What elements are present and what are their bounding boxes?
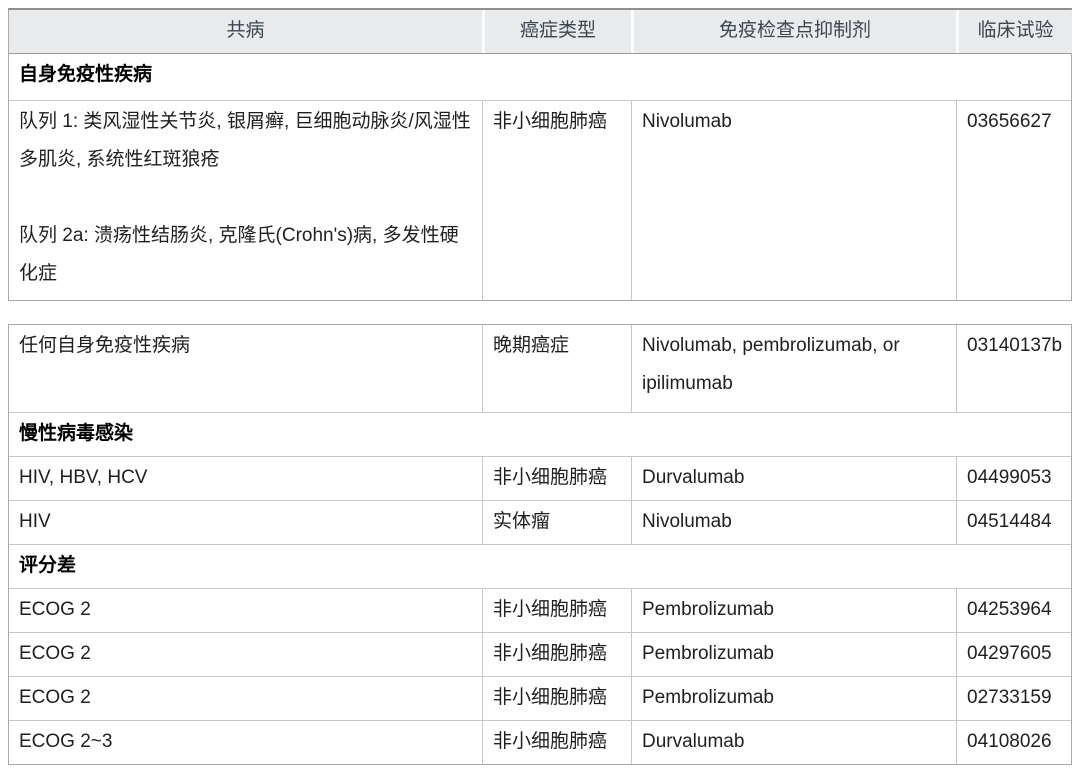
cancer-type-cell: 非小细胞肺癌 [482, 589, 631, 632]
comorbidity-cell: ECOG 2 [9, 633, 482, 676]
comorbidity-trials-table-page: 共病 癌症类型 免疫检查点抑制剂 临床试验 自身免疫性疾病队列 1: 类风湿性关… [0, 0, 1080, 773]
comorbidity-cell: 任何自身免疫性疾病 [9, 325, 482, 412]
comorbidity-line: ECOG 2 [19, 591, 472, 629]
trial-id-cell: 02733159 [956, 677, 1072, 720]
table-row: 任何自身免疫性疾病晚期癌症Nivolumab, pembrolizumab, o… [9, 325, 1071, 412]
table-row: 队列 1: 类风湿性关节炎, 银屑癣, 巨细胞动脉炎/风湿性多肌炎, 系统性红斑… [9, 100, 1071, 300]
cancer-type-cell: 晚期癌症 [482, 325, 631, 412]
section-row: 自身免疫性疾病 [9, 54, 1071, 100]
table-header-row: 共病 癌症类型 免疫检查点抑制剂 临床试验 [9, 10, 1071, 54]
trial-id-cell: 04108026 [956, 721, 1072, 764]
comorbidity-line: HIV, HBV, HCV [19, 459, 472, 497]
inhibitor-cell: Pembrolizumab [631, 633, 956, 676]
section-label: 自身免疫性疾病 [9, 54, 1073, 100]
comorbidity-cell: HIV [9, 501, 482, 544]
cancer-type-cell: 非小细胞肺癌 [482, 457, 631, 500]
cancer-type-cell: 实体瘤 [482, 501, 631, 544]
table-row: HIV, HBV, HCV 非小细胞肺癌Durvalumab04499053 [9, 456, 1071, 500]
section-label: 慢性病毒感染 [9, 413, 1073, 456]
header-immune-checkpoint-inhibitor: 免疫检查点抑制剂 [631, 10, 956, 53]
section-row: 评分差 [9, 544, 1071, 588]
comorbidity-line: 队列 1: 类风湿性关节炎, 银屑癣, 巨细胞动脉炎/风湿性多肌炎, 系统性红斑… [19, 103, 472, 179]
inhibitor-cell: Durvalumab [631, 457, 956, 500]
comorbidity-cell: ECOG 2 [9, 589, 482, 632]
table-row: ECOG 2 非小细胞肺癌Pembrolizumab04297605 [9, 632, 1071, 676]
cancer-type-cell: 非小细胞肺癌 [482, 101, 631, 300]
inhibitor-cell: Nivolumab [631, 501, 956, 544]
comorbidity-line [19, 179, 472, 217]
cancer-type-cell: 非小细胞肺癌 [482, 721, 631, 764]
header-cancer-type: 癌症类型 [482, 10, 631, 53]
comorbidity-table-upper-block: 共病 癌症类型 免疫检查点抑制剂 临床试验 自身免疫性疾病队列 1: 类风湿性关… [8, 8, 1072, 301]
cancer-type-cell: 非小细胞肺癌 [482, 677, 631, 720]
table-row: HIV 实体瘤Nivolumab04514484 [9, 500, 1071, 544]
table-row: ECOG 2~3 非小细胞肺癌Durvalumab04108026 [9, 720, 1071, 764]
comorbidity-cell: ECOG 2~3 [9, 721, 482, 764]
comorbidity-line: 队列 2a: 溃疡性结肠炎, 克隆氏(Crohn's)病, 多发性硬化症 [19, 217, 472, 293]
inhibitor-cell: Durvalumab [631, 721, 956, 764]
comorbidity-table-lower-block: 任何自身免疫性疾病晚期癌症Nivolumab, pembrolizumab, o… [8, 324, 1072, 765]
section-row: 慢性病毒感染 [9, 412, 1071, 456]
table-block-gap [8, 301, 1072, 324]
header-clinical-trial: 临床试验 [956, 10, 1072, 53]
trial-id-cell: 04253964 [956, 589, 1072, 632]
comorbidity-cell: HIV, HBV, HCV [9, 457, 482, 500]
trial-id-cell: 03656627 [956, 101, 1072, 300]
comorbidity-cell: 队列 1: 类风湿性关节炎, 银屑癣, 巨细胞动脉炎/风湿性多肌炎, 系统性红斑… [9, 101, 482, 300]
comorbidity-line: ECOG 2 [19, 635, 472, 673]
table-row: ECOG 2 非小细胞肺癌Pembrolizumab04253964 [9, 588, 1071, 632]
trial-id-cell: 04514484 [956, 501, 1072, 544]
comorbidity-line: ECOG 2 [19, 679, 472, 717]
header-comorbidity: 共病 [9, 10, 482, 53]
trial-id-cell: 03140137b [956, 325, 1072, 412]
comorbidity-line: ECOG 2~3 [19, 723, 472, 761]
table-row: ECOG 2 非小细胞肺癌Pembrolizumab02733159 [9, 676, 1071, 720]
trial-id-cell: 04499053 [956, 457, 1072, 500]
comorbidity-cell: ECOG 2 [9, 677, 482, 720]
inhibitor-cell: Nivolumab [631, 101, 956, 300]
trial-id-cell: 04297605 [956, 633, 1072, 676]
inhibitor-cell: Nivolumab, pembrolizumab, or ipilimumab [631, 325, 956, 412]
comorbidity-line: 任何自身免疫性疾病 [19, 327, 472, 365]
section-label: 评分差 [9, 545, 1073, 588]
comorbidity-line: HIV [19, 503, 472, 541]
inhibitor-cell: Pembrolizumab [631, 677, 956, 720]
inhibitor-cell: Pembrolizumab [631, 589, 956, 632]
cancer-type-cell: 非小细胞肺癌 [482, 633, 631, 676]
